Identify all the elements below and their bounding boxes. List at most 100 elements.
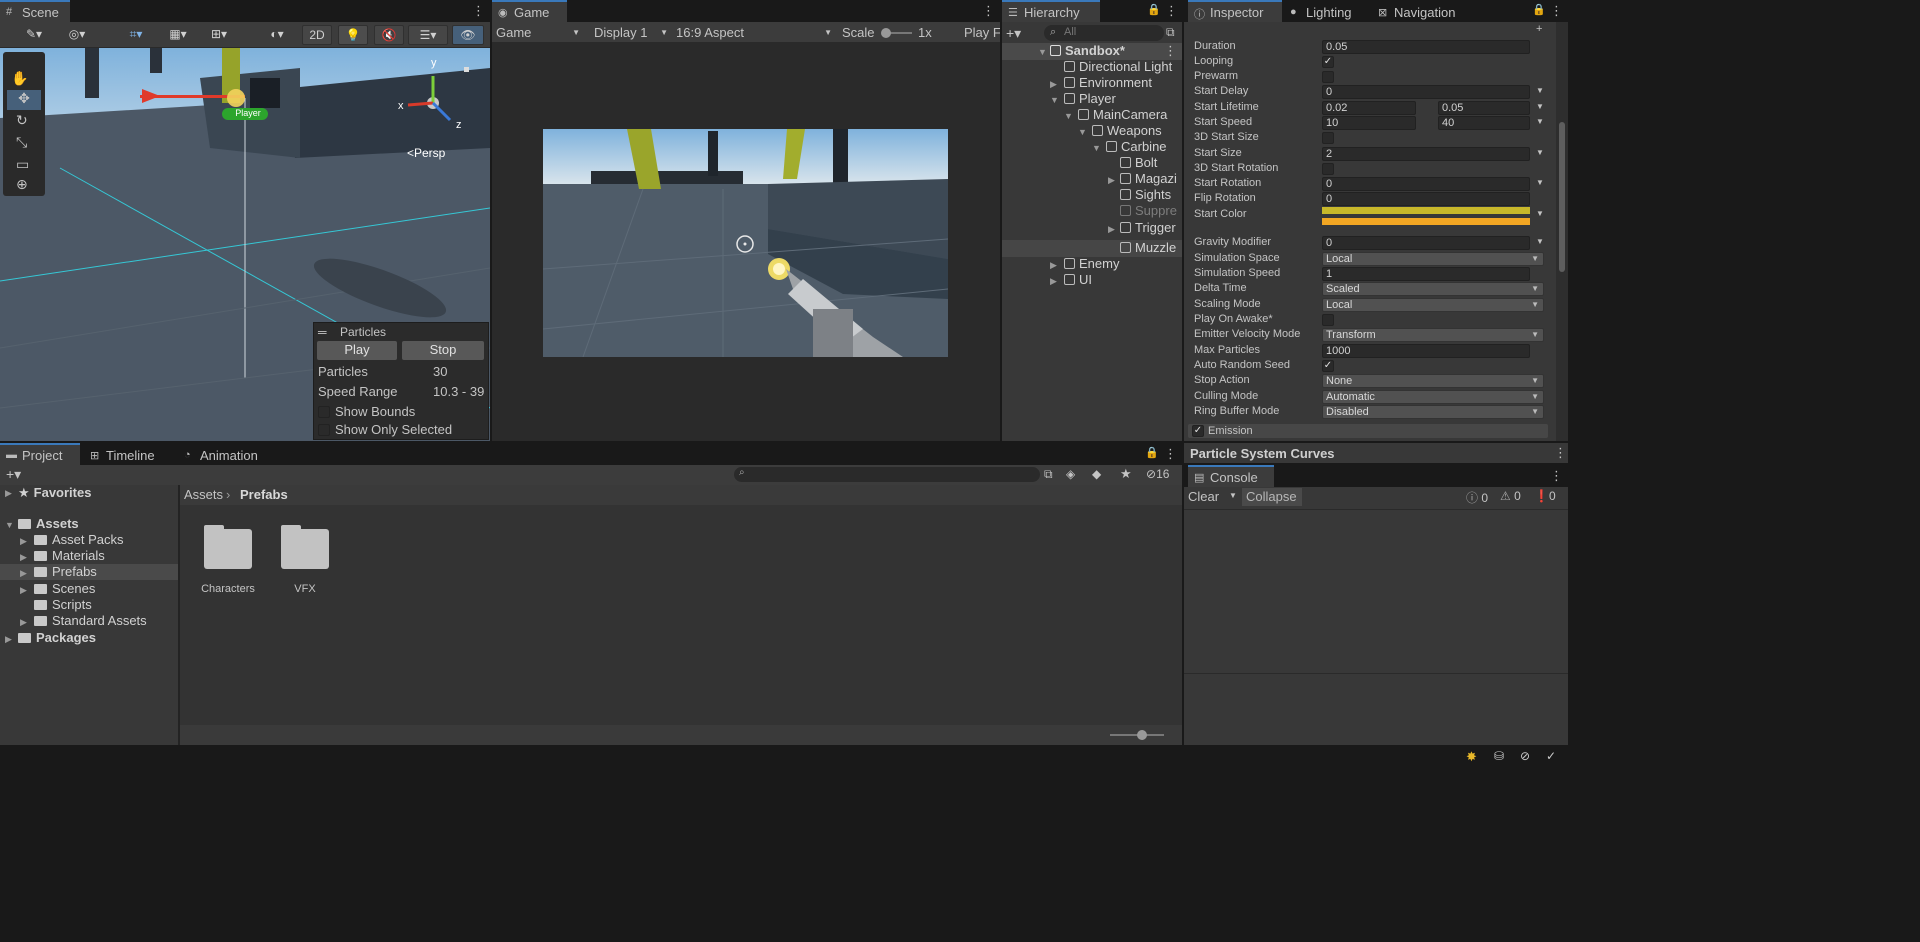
curve-mode-dropdown-icon[interactable]: ▼ (1536, 237, 1544, 246)
display-dropdown[interactable]: Display 1 ▼ (594, 25, 668, 40)
hierarchy-item[interactable]: Sights (1120, 187, 1171, 203)
filter-type-icon[interactable]: ◈ (1066, 467, 1075, 481)
search-scope-icon[interactable]: ⧉ (1044, 467, 1053, 482)
error-count-toggle[interactable]: ❗0 (1534, 489, 1556, 503)
overlay-handle-icon[interactable]: ═ (318, 325, 327, 339)
project-search-input[interactable]: ⌕ (734, 467, 1040, 482)
start-color-gradient-a[interactable] (1322, 207, 1530, 214)
inspector-dropdown[interactable]: Scaled (1322, 282, 1544, 296)
inspector-checkbox[interactable]: ✓ (1322, 360, 1334, 372)
tab-console[interactable]: ▤ Console (1188, 465, 1274, 487)
projection-toggle[interactable]: <Persp (407, 146, 445, 160)
inspector-dropdown[interactable]: Local (1322, 298, 1544, 312)
inspector-dropdown[interactable]: Automatic (1322, 390, 1544, 404)
debug-icon[interactable]: ⊘ (1520, 749, 1530, 763)
rect-tool-icon[interactable]: ▭ (16, 156, 29, 173)
folder-tile[interactable]: VFX (275, 525, 335, 597)
hierarchy-item[interactable]: Player (1064, 91, 1116, 107)
tab-game[interactable]: ◉ Game (492, 0, 567, 22)
scene-visibility-icon[interactable]: ⧉ (1166, 25, 1175, 40)
expand-arrow-icon[interactable]: ▼ (1078, 127, 1087, 137)
inspector-scrollbar[interactable] (1556, 22, 1568, 441)
2d-toggle-button[interactable]: 2D (302, 25, 332, 45)
hierarchy-item[interactable]: Carbine (1106, 139, 1167, 155)
rotate-tool-icon[interactable]: ↻ (16, 112, 28, 129)
scrollbar-thumb[interactable] (1559, 122, 1565, 272)
collapse-arrow-icon[interactable]: ▶ (5, 488, 12, 499)
clear-options-icon[interactable]: ▼ (1229, 491, 1237, 500)
tree-item[interactable]: Materials (34, 548, 105, 563)
emission-checkbox[interactable]: ✓ (1192, 425, 1204, 437)
inspector-menu-icon[interactable]: ⋮ (1550, 3, 1563, 19)
inspector-dropdown[interactable]: None (1322, 374, 1544, 388)
visibility-icon[interactable]: 👁 (452, 25, 484, 45)
hidden-packages-toggle[interactable]: ⊘16 (1146, 467, 1169, 481)
collapse-arrow-icon[interactable]: ▶ (1108, 224, 1115, 235)
hierarchy-item[interactable]: Enemy (1064, 256, 1119, 272)
tab-project[interactable]: ▬ Project (0, 443, 80, 465)
collapse-arrow-icon[interactable]: ▶ (5, 634, 12, 645)
curve-mode-dropdown-icon[interactable]: ▼ (1536, 148, 1544, 157)
snap-icon[interactable]: ⌗▾ (116, 25, 156, 45)
increment-snap-icon[interactable]: ⊞▾ (200, 25, 238, 45)
inspector-dropdown[interactable]: Disabled (1322, 405, 1544, 419)
hierarchy-item[interactable]: Weapons (1092, 123, 1162, 139)
lighting-icon[interactable]: 💡 (338, 25, 368, 45)
scene-row-menu-icon[interactable]: ⋮ (1164, 43, 1177, 59)
expand-arrow-icon[interactable]: ▼ (1050, 95, 1059, 105)
particle-system-curves-bar[interactable]: Particle System Curves ⋮ (1184, 443, 1568, 463)
inspector-checkbox[interactable] (1322, 163, 1334, 175)
inspector-field-input[interactable]: 0 (1322, 177, 1530, 191)
curve-mode-dropdown-icon[interactable]: ▼ (1536, 178, 1544, 187)
start-color-gradient-b[interactable] (1322, 218, 1530, 225)
tab-scene[interactable]: # Scene (0, 0, 70, 22)
collapse-arrow-icon[interactable]: ▶ (20, 568, 27, 579)
grid-snap-icon[interactable]: ▦▾ (160, 25, 196, 45)
collapse-arrow-icon[interactable]: ▶ (20, 617, 27, 628)
expand-arrow-icon[interactable]: ▼ (5, 520, 14, 530)
scene-viewport[interactable]: Player y x z <Persp ✋ ✥ ↻ ⤡ ▭ ⊕ ═ Partic… (0, 48, 490, 441)
draw-mode-icon[interactable]: ✎▾ (15, 25, 53, 45)
inspector-field-max-input[interactable]: 0.05 (1438, 101, 1530, 115)
collapse-button[interactable]: Collapse (1242, 488, 1302, 506)
color-mode-dropdown-icon[interactable]: ▼ (1536, 209, 1544, 218)
expand-arrow-icon[interactable]: ▼ (1038, 47, 1047, 57)
hierarchy-item[interactable]: Directional Light (1064, 59, 1172, 75)
collapse-arrow-icon[interactable]: ▶ (1050, 276, 1057, 287)
inspector-field-input[interactable]: 1000 (1322, 344, 1530, 358)
collapse-arrow-icon[interactable]: ▶ (1108, 175, 1115, 186)
scene-menu-icon[interactable]: ⋮ (472, 3, 485, 19)
inspector-checkbox[interactable]: ✓ (1322, 56, 1334, 68)
particles-stop-button[interactable]: Stop (402, 341, 484, 360)
favorites-item[interactable]: ★ Favorites (18, 485, 91, 501)
hierarchy-item[interactable]: Bolt (1120, 155, 1157, 171)
add-curve-icon[interactable]: + (1536, 23, 1542, 35)
curve-mode-dropdown-icon[interactable]: ▼ (1536, 86, 1544, 95)
inspector-field-min-input[interactable]: 10 (1322, 116, 1416, 130)
tab-lighting[interactable]: ● Lighting (1284, 2, 1370, 22)
status-check-icon[interactable]: ✓ (1546, 749, 1556, 763)
inspector-field-input[interactable]: 0 (1322, 236, 1530, 250)
inspector-field-input[interactable]: 0 (1322, 85, 1530, 99)
project-create-icon[interactable]: +▾ (6, 466, 21, 483)
inspector-field-input[interactable]: 0 (1322, 192, 1530, 206)
breadcrumb-prefabs[interactable]: Prefabs (240, 487, 288, 502)
collapse-arrow-icon[interactable]: ▶ (1050, 260, 1057, 271)
globe-icon[interactable]: ◎▾ (58, 25, 96, 45)
inspector-checkbox[interactable] (1322, 71, 1334, 83)
scale-tool-icon[interactable]: ⤡ (16, 134, 27, 151)
console-menu-icon[interactable]: ⋮ (1550, 468, 1563, 484)
create-plus-icon[interactable]: +▾ (1006, 25, 1021, 42)
hierarchy-item[interactable]: Sandbox* (1050, 43, 1125, 59)
lighting-status-icon[interactable]: ✸ (1466, 749, 1477, 765)
inspector-field-input[interactable]: 2 (1322, 147, 1530, 161)
lock-icon[interactable]: 🔒 (1147, 3, 1161, 16)
info-count-toggle[interactable]: ⓘ 0 (1466, 489, 1488, 506)
hierarchy-menu-icon[interactable]: ⋮ (1165, 3, 1178, 19)
play-focus-dropdown[interactable]: Play F (964, 25, 1000, 40)
particles-play-button[interactable]: Play (317, 341, 397, 360)
audio-icon[interactable]: 🔇 (374, 25, 404, 45)
inspector-field-max-input[interactable]: 40 (1438, 116, 1530, 130)
game-menu-icon[interactable]: ⋮ (982, 3, 995, 19)
transform-tool-icon[interactable]: ⊕ (16, 176, 28, 193)
